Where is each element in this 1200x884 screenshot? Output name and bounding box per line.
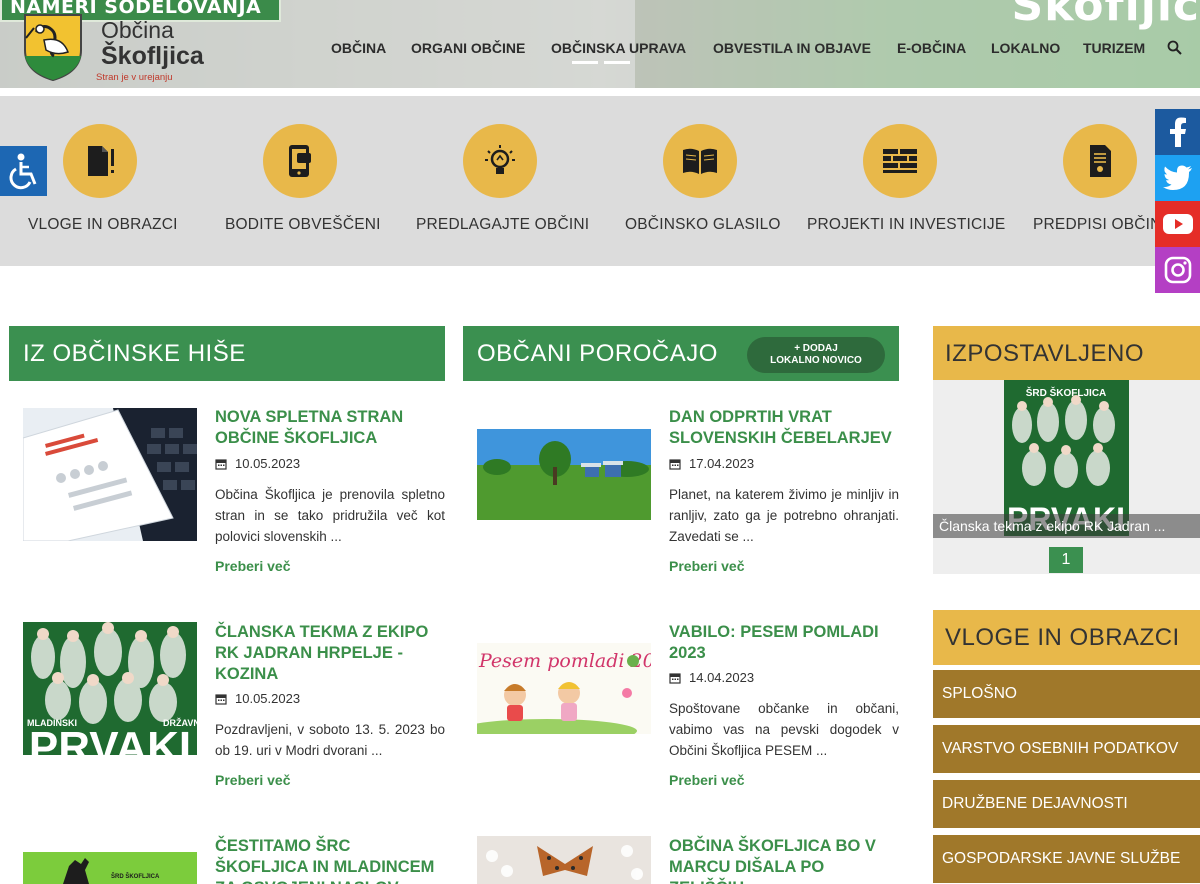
read-more-link[interactable]: Preberi več [669,772,745,788]
quick-links-bar: VLOGE IN OBRAZCI BODITE OBVEŠČENI PREDLA… [0,96,1200,266]
nav-item-e-obcina[interactable]: E-OBČINA [897,40,966,60]
sidebar-title-vloge-in-obrazci: VLOGE IN OBRAZCI [933,610,1200,665]
quick-link-label: OBČINSKO GLASILO [625,216,781,233]
mobile-notification-icon [263,124,337,198]
search-icon[interactable] [1166,39,1184,57]
article-date: 10.05.2023 [215,456,300,471]
brick-wall-icon [863,124,937,198]
article-image[interactable] [23,408,197,541]
nav-item-obcina[interactable]: OBČINA [331,40,386,60]
nav-active-indicator [572,61,598,64]
sidebar-title-izpostavljeno: IZPOSTAVLJENO [933,326,1200,381]
article-title[interactable]: VABILO: PESEM POMLADI 2023 [669,622,901,664]
read-more-link[interactable]: Preberi več [215,772,291,788]
article-date: 17.04.2023 [669,456,754,471]
article-date-text: 10.05.2023 [235,456,301,471]
brand-tagline: Stran je v urejanju [96,72,173,83]
image-title: Pesem pomladi 2023 [478,650,651,672]
municipality-crest-icon[interactable] [22,12,84,82]
nav-item-obcinska-uprava[interactable]: OBČINSKA UPRAVA [551,40,686,60]
instagram-link[interactable] [1155,247,1200,293]
quick-link-glasilo[interactable]: OBČINSKO GLASILO [600,96,800,266]
wheelchair-icon [9,153,36,190]
quick-link-obvescanje[interactable]: BODITE OBVEŠČENI [200,96,400,266]
article-title[interactable]: ČESTITAMO ŠRC ŠKOFLJICA IN MLADINCEM ZA … [215,836,447,884]
article-excerpt: Spoštovane občanke in občani, vabimo vas… [669,701,899,758]
nav-item-obvestila-in-objave[interactable]: OBVESTILA IN OBJAVE [713,40,871,60]
quick-link-label: PROJEKTI IN INVESTICIJE [807,216,1006,233]
header-divider [0,88,1200,96]
add-local-news-button[interactable]: + DODAJ LOKALNO NOVICO [747,337,885,373]
quick-link-projekti[interactable]: PROJEKTI IN INVESTICIJE [800,96,1005,266]
calendar-icon [215,458,227,470]
facebook-link[interactable] [1155,109,1200,155]
featured-caption[interactable]: Članska tekma z ekipo RK Jadran ... [933,514,1200,538]
article-image[interactable] [477,429,651,520]
brand-name-line1[interactable]: Občina [101,17,174,44]
youtube-icon [1162,214,1193,234]
image-label: PRVAKI [29,723,191,755]
forms-category-splosno[interactable]: SPLOŠNO [933,670,1200,718]
facebook-icon [1169,117,1186,147]
forms-category-varstvo-osebnih-podatkov[interactable]: VARSTVO OSEBNIH PODATKOV [933,725,1200,773]
featured-image[interactable]: ŠRD ŠKOFLJICA PRVAKI [1004,380,1129,536]
open-book-icon [663,124,737,198]
image-label: ŠRD ŠKOFLJICA [111,872,160,880]
article-excerpt: Planet, na katerem živimo je minljiv in … [669,487,899,544]
document-alert-icon [63,124,137,198]
article-image[interactable]: ŠRD ŠKOFLJICA [23,852,197,884]
quick-link-predlogi[interactable]: PREDLAGAJTE OBČINI [400,96,600,266]
read-more-link[interactable]: Preberi več [215,558,291,574]
quick-link-label: PREDLAGAJTE OBČINI [416,216,590,233]
article-image[interactable] [477,836,651,884]
youtube-link[interactable] [1155,201,1200,247]
nav-item-organi-obcine[interactable]: ORGANI OBČINE [411,40,525,60]
article-title[interactable]: OBČINA ŠKOFLJICA BO V MARCU DIŠALA PO ZE… [669,836,901,884]
article-date: 10.05.2023 [215,691,300,706]
quick-link-label: PREDPISI OBČINE [1033,216,1173,233]
add-local-news-line2: LOKALNO NOVICO [770,355,862,366]
calendar-icon [215,693,227,705]
read-more-link[interactable]: Preberi več [669,558,745,574]
article-image[interactable]: MLADINSKI DRŽAVNI PRVAKI [23,622,197,755]
article-title[interactable]: ČLANSKA TEKMA Z EKIPO RK JADRAN HRPELJE … [215,622,447,685]
nav-active-indicator [604,61,630,64]
article-title[interactable]: DAN ODPRTIH VRAT SLOVENSKIH ČEBELARJEV [669,407,901,449]
twitter-icon [1162,165,1192,190]
section-title-iz-obcinske-hise: IZ OBČINSKE HIŠE [9,326,445,381]
slider-page-button[interactable]: 1 [1049,547,1083,573]
calendar-icon [669,672,681,684]
quick-link-label: VLOGE IN OBRAZCI [28,216,178,233]
nav-item-lokalno[interactable]: LOKALNO [991,40,1060,60]
nav-item-turizem[interactable]: TURIZEM [1083,40,1145,60]
banner-title: Škofljic [1011,0,1200,31]
article-date-text: 17.04.2023 [689,456,755,471]
accessibility-button[interactable] [0,146,47,196]
forms-category-gospodarske-javne-sluzbe[interactable]: GOSPODARSKE JAVNE SLUŽBE [933,835,1200,883]
featured-image-top-text: ŠRD ŠKOFLJICA [1026,386,1107,399]
article-date-text: 14.04.2023 [689,670,755,685]
article-excerpt: Občina Škofljica je prenovila spletno st… [215,487,445,544]
article-excerpt: Pozdravljeni, v soboto 13. 5. 2023 bo ob… [215,722,445,758]
regulation-document-icon [1063,124,1137,198]
site-header: NAMERI SODELOVANJA Škofljic Občina Škofl… [0,0,1200,96]
add-local-news-line1: + DODAJ [794,343,838,354]
article-title[interactable]: NOVA SPLETNA STRAN OBČINE ŠKOFLJICA [215,407,447,449]
twitter-link[interactable] [1155,155,1200,201]
instagram-icon [1164,256,1191,284]
lightbulb-icon [463,124,537,198]
article-date-text: 10.05.2023 [235,691,301,706]
forms-category-druzbene-dejavnosti[interactable]: DRUŽBENE DEJAVNOSTI [933,780,1200,828]
quick-link-label: BODITE OBVEŠČENI [225,216,381,233]
article-date: 14.04.2023 [669,670,754,685]
calendar-icon [669,458,681,470]
article-image[interactable]: Pesem pomladi 2023 [477,643,651,734]
brand-name-line2[interactable]: Škofljica [101,42,204,71]
